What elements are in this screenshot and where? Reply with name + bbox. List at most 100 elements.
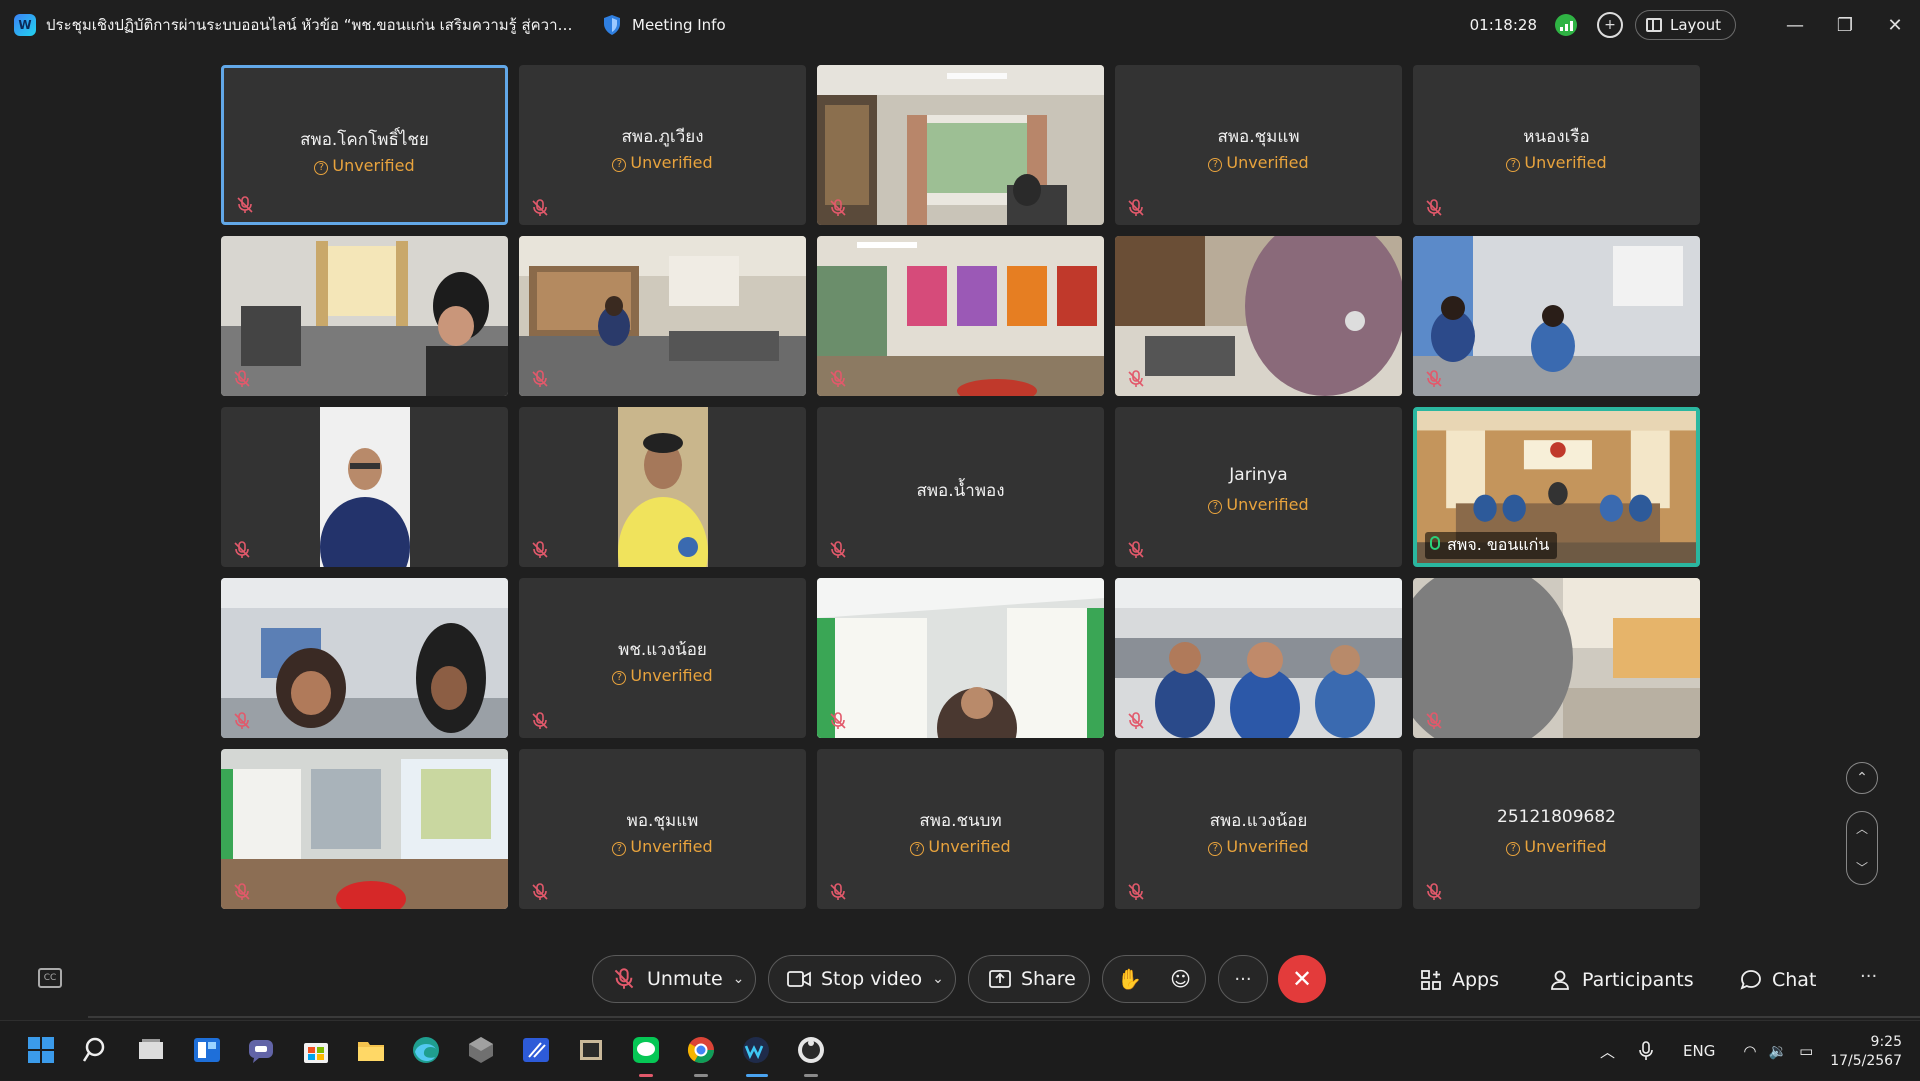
scroll-to-top-button[interactable]: ⌃ (1846, 762, 1878, 794)
question-icon: ? (612, 842, 627, 856)
unmute-button[interactable]: Unmute ⌄ (592, 955, 756, 1003)
window-app-icon[interactable] (576, 1035, 606, 1065)
participants-button[interactable]: Participants (1550, 962, 1694, 998)
participant-video-tile[interactable] (817, 236, 1104, 396)
reactions-icon[interactable]: ☺ (1170, 967, 1191, 991)
file-explorer-icon[interactable] (356, 1035, 386, 1065)
widgets-icon[interactable] (192, 1035, 222, 1065)
participant-tile[interactable]: สพอ.ชนบท ? Unverified (817, 749, 1104, 909)
app-cube-icon[interactable] (466, 1035, 496, 1065)
teams-chat-icon[interactable] (246, 1035, 276, 1065)
question-icon: ? (1208, 158, 1223, 172)
question-icon: ? (612, 158, 627, 172)
muted-mic-icon (1128, 883, 1144, 900)
unverified-badge: ? Unverified (519, 153, 806, 172)
zoom-icon[interactable]: + (1597, 12, 1623, 38)
minimize-button[interactable]: — (1770, 0, 1820, 50)
active-speaker-tile[interactable]: สพจ. ขอนแก่น (1413, 407, 1700, 567)
page-scroller[interactable]: ︿ ﹀ (1846, 811, 1878, 885)
language-indicator[interactable]: ENG (1683, 1042, 1715, 1060)
microsoft-store-icon[interactable] (301, 1035, 331, 1065)
closed-captions-icon[interactable]: CC (38, 968, 62, 988)
participant-tile[interactable]: สพอ.ชุมแพ ? Unverified (1115, 65, 1402, 225)
chevron-down-icon[interactable]: ⌄ (733, 971, 745, 987)
meeting-info-link[interactable]: Meeting Info (632, 16, 726, 34)
participant-tile[interactable]: พช.แวงน้อย ? Unverified (519, 578, 806, 738)
participant-video-tile[interactable] (221, 749, 508, 909)
pen-app-icon[interactable] (521, 1035, 551, 1065)
volume-icon[interactable]: 🔉 (1768, 1042, 1787, 1060)
divider (88, 1016, 1920, 1018)
restore-button[interactable]: ❐ (1820, 0, 1870, 50)
question-icon: ? (1506, 158, 1521, 172)
participant-video-tile[interactable] (221, 407, 508, 567)
end-call-button[interactable]: ✕ (1278, 955, 1326, 1003)
participant-name: สพจ. ขอนแก่น (1447, 535, 1550, 554)
muted-mic-icon (532, 712, 548, 729)
participant-name: สพอ.แวงน้อย (1209, 811, 1308, 831)
microphone-icon[interactable] (1639, 1041, 1653, 1061)
muted-mic-icon (830, 712, 846, 729)
raise-hand-icon[interactable]: ✋ (1117, 967, 1142, 991)
unverified-label: Unverified (630, 837, 713, 856)
chat-button[interactable]: Chat (1740, 962, 1816, 998)
close-window-button[interactable]: ✕ (1870, 0, 1920, 50)
participants-label: Participants (1582, 969, 1694, 991)
muted-mic-icon (830, 370, 846, 387)
webex-app-icon[interactable] (741, 1035, 771, 1065)
participant-video-tile[interactable] (1115, 578, 1402, 738)
more-options-button[interactable]: ··· (1218, 955, 1268, 1003)
participant-name: พช.แวงน้อย (618, 640, 707, 660)
search-icon[interactable] (82, 1035, 112, 1065)
page-down-icon[interactable]: ﹀ (1847, 859, 1877, 876)
edge-browser-icon[interactable] (411, 1035, 441, 1065)
participant-video-tile[interactable] (817, 578, 1104, 738)
unverified-label: Unverified (1226, 495, 1309, 514)
show-hidden-icons-icon[interactable]: ︿ (1600, 1041, 1615, 1062)
participant-tile[interactable]: สพอ.ภูเวียง ? Unverified (519, 65, 806, 225)
participant-tile[interactable]: สพอ.แวงน้อย ? Unverified (1115, 749, 1402, 909)
layout-button[interactable]: Layout (1635, 10, 1736, 40)
shield-icon[interactable] (602, 14, 622, 36)
participant-video-tile[interactable] (1115, 236, 1402, 396)
windows-start-icon[interactable] (26, 1035, 56, 1065)
video-feed (1115, 236, 1402, 396)
participant-name: สพอ.น้ำพอง (916, 481, 1005, 501)
obs-recorder-icon[interactable] (796, 1035, 826, 1065)
muted-mic-icon (830, 883, 846, 900)
participant-video-tile[interactable] (817, 65, 1104, 225)
participant-video-tile[interactable] (221, 578, 508, 738)
participant-tile[interactable]: 25121809682 ? Unverified (1413, 749, 1700, 909)
participant-video-tile[interactable] (1413, 578, 1700, 738)
chrome-browser-icon[interactable] (686, 1035, 716, 1065)
participant-tile[interactable]: Jarinya ? Unverified (1115, 407, 1402, 567)
more-icon[interactable]: ··· (1860, 966, 1877, 987)
wifi-icon[interactable]: ◠ (1743, 1042, 1756, 1060)
muted-mic-icon (234, 712, 250, 729)
participant-video-tile[interactable] (221, 236, 508, 396)
task-view-icon[interactable] (136, 1035, 166, 1065)
participant-tile[interactable]: สพอ.โคกโพธิ์ไชย ? Unverified (221, 65, 508, 225)
question-icon: ? (314, 161, 329, 175)
participant-tile[interactable]: พอ.ชุมแพ ? Unverified (519, 749, 806, 909)
line-app-icon[interactable] (631, 1035, 661, 1065)
stop-video-button[interactable]: Stop video ⌄ (768, 955, 956, 1003)
network-signal-icon[interactable] (1555, 14, 1577, 36)
unverified-badge: ? Unverified (1413, 837, 1700, 856)
participant-video-tile[interactable] (1413, 236, 1700, 396)
participant-video-tile[interactable] (519, 407, 806, 567)
chevron-down-icon[interactable]: ⌄ (932, 971, 944, 987)
taskbar-clock[interactable]: 9:25 17/5/2567 (1830, 1033, 1902, 1071)
video-feed (519, 236, 806, 396)
share-button[interactable]: Share (968, 955, 1090, 1003)
participant-name: สพอ.โคกโพธิ์ไชย (300, 130, 429, 150)
unverified-label: Unverified (1524, 837, 1607, 856)
stop-video-label: Stop video (821, 968, 923, 990)
page-up-icon[interactable]: ︿ (1847, 820, 1877, 837)
participant-tile[interactable]: สพอ.น้ำพอง (817, 407, 1104, 567)
participant-tile[interactable]: หนองเรือ ? Unverified (1413, 65, 1700, 225)
muted-mic-icon (1128, 541, 1144, 558)
battery-icon[interactable]: ▭ (1799, 1042, 1813, 1060)
apps-button[interactable]: Apps (1420, 962, 1499, 998)
participant-video-tile[interactable] (519, 236, 806, 396)
